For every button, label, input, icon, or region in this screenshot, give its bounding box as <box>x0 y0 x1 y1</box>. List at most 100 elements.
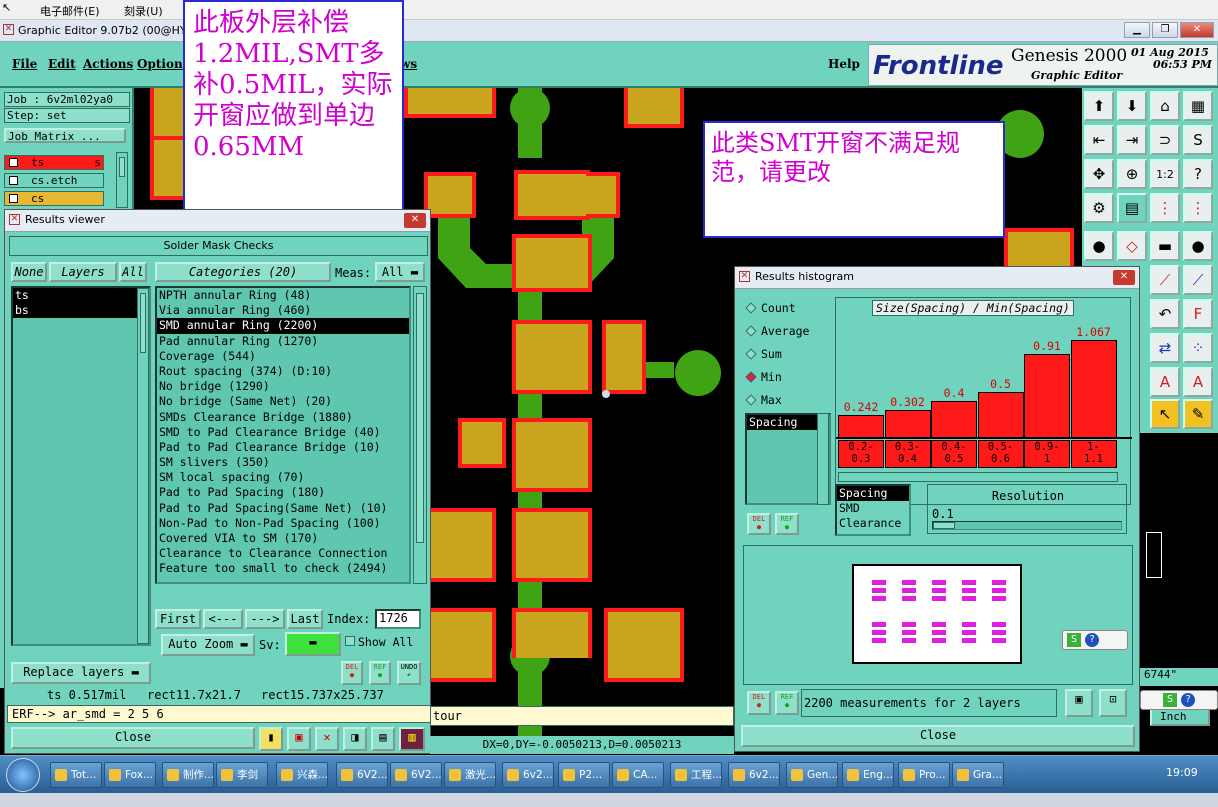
category-item[interactable]: Covered VIA to SM (170) <box>157 531 409 546</box>
toolbar-fit-icon[interactable]: ✥ <box>1084 159 1114 189</box>
stat-radio-min[interactable]: Min <box>745 369 782 385</box>
taskbar-item[interactable]: Gen... <box>786 762 838 788</box>
toolbar-line2-icon[interactable]: ⟋ <box>1183 265 1213 295</box>
taskbar-item[interactable]: 工程... <box>670 762 722 788</box>
index-input[interactable]: 1726 <box>375 609 421 629</box>
taskbar-item[interactable]: Pro... <box>898 762 950 788</box>
toolbar-settings-icon[interactable]: ⚙ <box>1084 193 1114 223</box>
menu-file[interactable]: File <box>12 57 37 71</box>
units-selector[interactable]: Inch <box>1150 708 1210 726</box>
toolbar-window-icon[interactable]: ▦ <box>1183 91 1213 121</box>
list-item[interactable]: Spacing <box>837 486 909 502</box>
menu-edit[interactable]: Edit <box>48 57 76 71</box>
histogram-close-button[interactable]: Close <box>741 725 1135 747</box>
category-item[interactable]: SMDs Clearance Bridge (1880) <box>157 410 409 425</box>
layer-list[interactable]: ts bs <box>11 286 151 646</box>
email-menu[interactable]: 电子邮件(E) <box>40 3 100 19</box>
toolbar-arc-icon[interactable]: ↶ <box>1150 299 1180 329</box>
category-list-scrollbar[interactable] <box>413 286 427 584</box>
layers-button[interactable]: Layers <box>49 262 117 282</box>
taskbar-item[interactable]: Gra... <box>952 762 1004 788</box>
toolbar-link-icon[interactable]: ⊃ <box>1150 125 1180 155</box>
toolbar-save-icon[interactable]: ⬇ <box>1117 91 1147 121</box>
layer-checkbox[interactable] <box>9 176 18 185</box>
toolbar-measure-icon[interactable]: A <box>1150 367 1180 397</box>
chart-vscrollbar[interactable] <box>1118 378 1130 468</box>
list-item[interactable]: bs <box>13 303 149 319</box>
type-list[interactable]: Spacing SMD Clearance <box>835 484 911 536</box>
menu-help[interactable]: Help <box>828 57 860 71</box>
stat-radio-average[interactable]: Average <box>745 323 809 339</box>
close-icon[interactable]: ✕ <box>1113 270 1135 285</box>
category-item[interactable]: No bridge (1290) <box>157 379 409 394</box>
category-item[interactable]: Coverage (544) <box>157 349 409 364</box>
right-tray-widget[interactable]: S ? <box>1140 690 1218 710</box>
sv-color-dropdown[interactable]: ▬ <box>285 632 341 656</box>
none-button[interactable]: None <box>11 262 47 282</box>
tool-icon-1[interactable]: ▮ <box>259 727 283 751</box>
category-item[interactable]: SMD annular Ring (2200) <box>157 318 409 334</box>
toolbar-center-icon[interactable]: ⊕ <box>1117 159 1147 189</box>
close-icon[interactable]: ✕ <box>404 213 426 228</box>
layer-checkbox[interactable] <box>9 158 18 167</box>
category-item[interactable]: Clearance to Clearance Connection <box>157 546 409 561</box>
list-item[interactable]: Clearance <box>837 516 909 531</box>
hist-del-button-2[interactable]: DEL ● <box>747 691 771 715</box>
spacing-scrollbar[interactable] <box>817 413 829 505</box>
erf-input[interactable]: ERF--> ar_smd = 2 5 6 <box>7 705 431 723</box>
toolbar-help-icon[interactable]: ? <box>1183 159 1213 189</box>
list-item[interactable]: ts <box>13 288 149 304</box>
category-item[interactable]: Pad to Pad Spacing(Same Net) (10) <box>157 501 409 516</box>
all-button[interactable]: All <box>119 262 147 282</box>
layer-list-scrollbar[interactable] <box>137 288 149 644</box>
layer-row-cs-etch[interactable]: cs.etch <box>4 173 104 188</box>
category-item[interactable]: SM local spacing (70) <box>157 470 409 485</box>
start-button[interactable] <box>6 758 40 792</box>
layer-scrollbar[interactable] <box>116 152 128 208</box>
list-item[interactable]: SMD <box>837 501 909 516</box>
category-item[interactable]: Via annular Ring (460) <box>157 303 409 318</box>
category-item[interactable]: SM slivers (350) <box>157 455 409 470</box>
category-item[interactable]: No bridge (Same Net) (20) <box>157 394 409 409</box>
menu-options[interactable]: Options <box>137 57 189 71</box>
tray-widget[interactable]: S ? <box>1062 630 1128 650</box>
category-item[interactable]: Feature too small to check (2494) <box>157 561 409 576</box>
hist-ref-button-2[interactable]: REF ● <box>775 691 799 715</box>
close-window-button[interactable]: ✕ <box>1180 22 1214 38</box>
auto-zoom-dropdown[interactable]: Auto Zoom ▬ <box>161 634 255 656</box>
taskbar-item[interactable]: 6V2... <box>390 762 442 788</box>
toolbar-open-icon[interactable]: ⬆ <box>1084 91 1114 121</box>
taskbar-item[interactable]: P2... <box>558 762 610 788</box>
toolbar-line-icon[interactable]: ⟋ <box>1150 265 1180 295</box>
category-item[interactable]: NPTH annular Ring (48) <box>157 288 409 303</box>
hist-tool-icon-1[interactable]: ▣ <box>1065 689 1093 717</box>
next-button[interactable]: ---> <box>245 609 285 629</box>
first-button[interactable]: First <box>155 609 201 629</box>
histogram-icon[interactable]: ▥ <box>399 727 425 751</box>
taskbar-item[interactable]: 制作... <box>162 762 214 788</box>
toolbar-shape-icon[interactable]: ◇ <box>1117 231 1147 261</box>
ref-button[interactable]: REF ● <box>369 661 391 685</box>
taskbar-item[interactable]: Tot... <box>50 762 102 788</box>
replace-layers-dropdown[interactable]: Replace layers ▬ <box>11 662 151 684</box>
toolbar-circle-icon[interactable]: ● <box>1183 231 1213 261</box>
category-item[interactable]: Rout spacing (374) (D:10) <box>157 364 409 379</box>
resolution-slider[interactable] <box>932 521 1122 530</box>
taskbar-item[interactable]: Fox... <box>104 762 156 788</box>
layer-row-ts[interactable]: ts s <box>4 155 104 170</box>
toolbar-home-icon[interactable]: ⌂ <box>1150 91 1180 121</box>
taskbar-item[interactable]: 激光... <box>444 762 496 788</box>
toolbar-measure2-icon[interactable]: A <box>1183 367 1213 397</box>
toolbar-pad-icon[interactable]: ● <box>1084 231 1114 261</box>
toolbar-scale-icon[interactable]: 1:2 <box>1150 159 1180 189</box>
toolbar-export-icon[interactable]: ⇥ <box>1117 125 1147 155</box>
category-item[interactable]: Pad annular Ring (1270) <box>157 334 409 349</box>
last-button[interactable]: Last <box>287 609 323 629</box>
layer-row-cs[interactable]: cs <box>4 191 104 206</box>
toolbar-array-icon[interactable]: ⁘ <box>1183 333 1213 363</box>
category-item[interactable]: Pad to Pad Spacing (180) <box>157 485 409 500</box>
category-item[interactable]: SMD to Pad Clearance Bridge (40) <box>157 425 409 440</box>
hist-tool-icon-2[interactable]: ⊡ <box>1099 689 1127 717</box>
chart-hscrollbar[interactable] <box>838 472 1118 482</box>
hist-del-button[interactable]: DEL ● <box>747 513 771 535</box>
